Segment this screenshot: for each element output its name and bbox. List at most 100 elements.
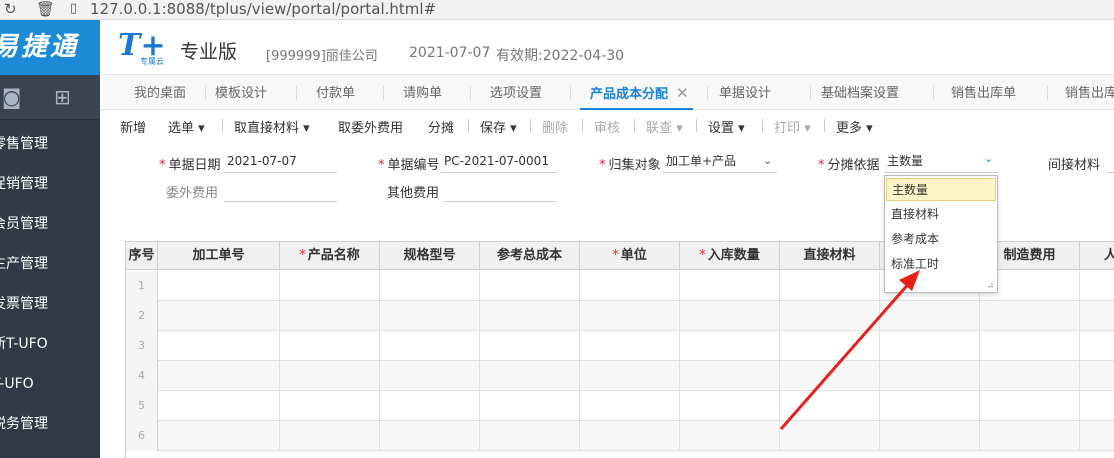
grid-cell[interactable] [980,361,1080,391]
tab-options[interactable]: 选项设置 [490,75,542,110]
grid-cell[interactable] [280,301,380,331]
grid-cell[interactable] [680,361,780,391]
grid-cell[interactable] [780,391,880,421]
chevron-down-icon[interactable]: ⌄ [984,152,993,165]
grid-cell[interactable] [880,301,980,331]
delete-button[interactable]: 删除 [542,117,568,136]
grid-cell[interactable] [880,421,980,451]
table-row[interactable]: 2 [126,301,1114,331]
new-button[interactable]: 新增 [120,117,146,136]
grid-cell[interactable] [158,301,280,331]
tab-payment[interactable]: 付款单 [316,75,355,110]
grid-cell[interactable] [580,331,680,361]
table-row[interactable]: 6 [126,421,1114,451]
option-main-quantity[interactable]: 主数量 [886,178,996,201]
fetch-outsource-button[interactable]: 取委外费用 [338,117,403,136]
grid-cell[interactable] [780,271,880,301]
sidebar-item-invoice[interactable]: 发票管理 [0,284,100,324]
grid-cell[interactable] [480,391,580,421]
close-icon[interactable]: ✕ [676,84,689,102]
reload-icon[interactable]: ↻ [4,0,17,18]
search-doc-icon[interactable]: ◙ [2,85,21,109]
grid-cell[interactable] [380,271,480,301]
grid-cell[interactable] [480,361,580,391]
add-doc-icon[interactable]: ⊞ [54,85,71,109]
grid-cell[interactable] [580,301,680,331]
resize-handle-icon[interactable]: ⠴ [987,281,994,291]
url-text[interactable]: 127.0.0.1:8088/tplus/view/portal/portal.… [90,0,436,18]
grid-cell[interactable] [380,391,480,421]
tab-sales-outbound-2[interactable]: 销售出库 [1065,75,1114,110]
doc-date-field[interactable]: 2021-07-07 [224,151,337,173]
settings-button[interactable]: 设置 ▾ [708,117,745,136]
grid-cell[interactable] [280,271,380,301]
grid-cell[interactable] [280,391,380,421]
grid-cell[interactable] [580,271,680,301]
table-row[interactable]: 4 [126,361,1114,391]
link-query-button[interactable]: 联查 ▾ [646,117,683,136]
grid-cell[interactable] [980,421,1080,451]
grid-cell[interactable] [480,271,580,301]
grid-cell[interactable] [680,421,780,451]
grid-cell[interactable] [580,421,680,451]
grid-cell[interactable] [380,331,480,361]
grid-cell[interactable] [580,361,680,391]
print-button[interactable]: 打印 ▾ [774,117,811,136]
grid-cell[interactable] [480,331,580,361]
audit-button[interactable]: 审核 [594,117,620,136]
grid-cell[interactable] [980,391,1080,421]
grid-cell[interactable] [680,271,780,301]
table-row[interactable]: 5 [126,391,1114,421]
grid-cell[interactable] [158,391,280,421]
save-button[interactable]: 保存 ▾ [480,117,517,136]
sidebar-item-member[interactable]: 会员管理 [0,204,100,244]
grid-cell[interactable] [380,301,480,331]
sidebar-item-tufo[interactable]: T-UFO [0,364,100,404]
grid-cell[interactable] [680,391,780,421]
sidebar-item-new-tufo[interactable]: 新T-UFO [0,324,100,364]
grid-cell[interactable] [480,301,580,331]
sidebar-item-tax[interactable]: 税务管理 [0,404,100,444]
tab-cost-allocation[interactable]: 产品成本分配 ✕ [580,75,693,110]
option-direct-material[interactable]: 直接材料 [886,203,996,226]
table-row[interactable]: 3 [126,331,1114,361]
grid-cell[interactable] [158,271,280,301]
tab-my-desktop[interactable]: 我的桌面 [134,75,186,110]
grid-cell[interactable] [780,301,880,331]
outsource-fee-field[interactable] [224,180,337,202]
grid-cell[interactable] [280,421,380,451]
grid-cell[interactable] [880,361,980,391]
grid-cell[interactable] [780,331,880,361]
tab-purchase-request[interactable]: 请购单 [403,75,442,110]
sidebar-item-promotion[interactable]: 促销管理 [0,164,100,204]
grid-cell[interactable] [158,361,280,391]
fetch-direct-material-button[interactable]: 取直接材料 ▾ [234,117,310,136]
grid-cell[interactable] [980,301,1080,331]
grid-cell[interactable] [880,331,980,361]
sidebar-item-production[interactable]: 生产管理 [0,244,100,284]
grid-cell[interactable] [158,331,280,361]
select-button[interactable]: 选单 ▾ [168,117,205,136]
allocation-basis-select[interactable]: 主数量 [884,151,998,173]
trash-icon[interactable]: 🗑 [36,0,55,18]
grid-cell[interactable] [880,391,980,421]
grid-cell[interactable] [380,421,480,451]
doc-no-field[interactable]: PC-2021-07-0001 [441,151,557,173]
option-reference-cost[interactable]: 参考成本 [886,228,996,251]
collect-object-select[interactable]: 加工单+产品 [663,151,777,173]
grid-cell[interactable] [780,361,880,391]
chevron-down-icon[interactable]: ⌄ [763,154,772,167]
more-button[interactable]: 更多 ▾ [836,117,873,136]
tab-template-design[interactable]: 模板设计 [215,75,267,110]
allocate-button[interactable]: 分摊 [428,117,454,136]
grid-cell[interactable] [380,361,480,391]
grid-cell[interactable] [158,421,280,451]
grid-cell[interactable] [780,421,880,451]
grid-cell[interactable] [980,331,1080,361]
tab-doc-design[interactable]: 单据设计 [719,75,771,110]
indirect-material-field[interactable] [1106,151,1114,173]
grid-cell[interactable] [480,421,580,451]
grid-cell[interactable] [280,361,380,391]
grid-cell[interactable] [280,331,380,361]
tab-basic-archive[interactable]: 基础档案设置 [821,75,899,110]
